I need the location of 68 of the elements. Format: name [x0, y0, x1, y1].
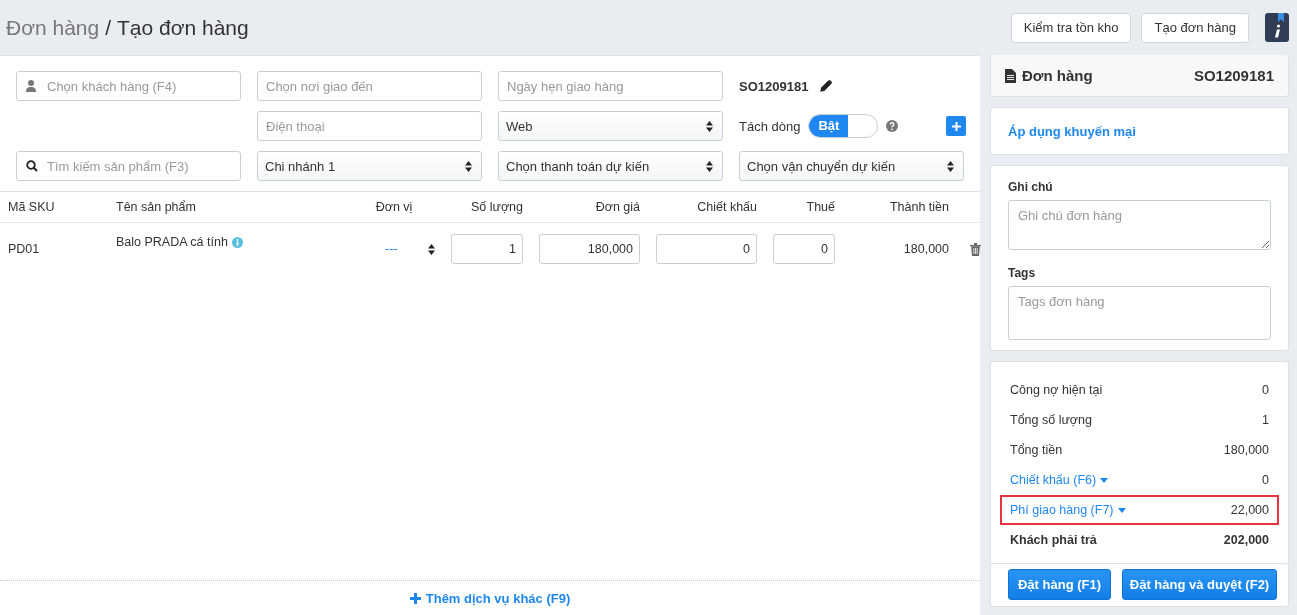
payment-select[interactable]: Chọn thanh toán dự kiến — [498, 151, 723, 181]
summary-value: 0 — [1262, 473, 1269, 487]
price-field[interactable]: 180,000 — [539, 234, 640, 264]
place-and-approve-button[interactable]: Đặt hàng và duyệt (F2) — [1122, 569, 1277, 600]
updown-caret-icon — [706, 160, 713, 172]
discount-field[interactable]: 0 — [656, 234, 757, 264]
product-search-field[interactable]: Tìm kiếm sản phẩm (F3) — [16, 151, 241, 181]
tags-label: Tags — [1008, 266, 1037, 280]
summary-value: 22,000 — [1230, 503, 1269, 517]
help-icon[interactable] — [886, 120, 899, 132]
shipping-select[interactable]: Chọn vận chuyển dự kiến — [739, 151, 964, 181]
tax-field[interactable]: 0 — [773, 234, 835, 264]
header-button[interactable]: Kiểm tra tồn kho — [1010, 12, 1132, 43]
phone-field[interactable]: Điện thoại — [257, 111, 482, 141]
order-card-title: Đơn hàng — [1005, 67, 1093, 84]
caret-down-icon — [1117, 507, 1126, 513]
unit-select[interactable]: --- — [345, 242, 443, 256]
column-header: Thành tiền — [888, 200, 950, 214]
caret-down-icon — [1100, 477, 1109, 483]
customer-field[interactable]: Chọn khách hàng (F4) — [16, 71, 241, 101]
info-book-icon[interactable] — [1265, 13, 1289, 42]
page-title: Tạo đơn hàng — [117, 15, 249, 40]
plus-icon — [951, 121, 961, 131]
delivery-date-field[interactable]: Ngày hẹn giao hàng — [498, 71, 723, 101]
add-service-link[interactable]: Thêm dịch vụ khác (F9) — [409, 590, 571, 606]
notes-label: Ghi chú — [1008, 180, 1054, 194]
quantity-field[interactable]: 1 — [451, 234, 523, 264]
summary-link[interactable]: Phí giao hàng (F7) — [1010, 503, 1126, 517]
sku-cell-text: PD01 — [7, 242, 41, 256]
split-lines-label: Tách dòng — [739, 118, 801, 134]
summary-label: Khách phải trả — [1010, 533, 1097, 547]
tags-field[interactable]: Tags đơn hàng — [1008, 286, 1271, 340]
summary-value: 0 — [1262, 383, 1269, 397]
column-header: Mã SKU — [7, 200, 56, 214]
source-select[interactable]: Web — [498, 111, 723, 141]
place-order-button[interactable]: Đặt hàng (F1) — [1008, 569, 1111, 600]
summary-label: Công nợ hiện tại — [1010, 383, 1103, 397]
order-code: SO1209181 — [1193, 67, 1274, 84]
plus-icon — [409, 592, 421, 604]
branch-select[interactable]: Chi nhánh 1 — [257, 151, 482, 181]
updown-caret-icon — [465, 160, 472, 172]
updown-caret-icon — [947, 160, 954, 172]
breadcrumb-link[interactable]: Đơn hàng — [6, 15, 100, 40]
notes-field[interactable]: Ghi chú đơn hàng — [1008, 200, 1271, 250]
summary-link[interactable]: Chiết khấu (F6) — [1010, 473, 1109, 487]
summary-value: 180,000 — [1223, 443, 1269, 457]
column-header: Đơn vị — [374, 200, 414, 214]
product-name[interactable]: Balo PRADA cá tính — [116, 235, 228, 249]
summary-label: Tổng số lượng — [1010, 413, 1092, 427]
summary-label: Tổng tiền — [1010, 443, 1063, 457]
updown-caret-icon — [706, 120, 713, 132]
delivery-place-field[interactable]: Chọn nơi giao đến — [257, 71, 482, 101]
add-button[interactable] — [946, 116, 966, 136]
document-icon — [1005, 68, 1016, 83]
promotion-link[interactable]: Áp dụng khuyến mại — [1008, 123, 1136, 139]
column-header: Tên sản phẩm — [115, 200, 197, 214]
summary-value: 202,000 — [1223, 533, 1269, 547]
breadcrumb-separator: / — [105, 15, 111, 40]
summary-value: 1 — [1262, 413, 1269, 427]
column-header: Chiết khấu — [696, 200, 758, 214]
column-header: Thuế — [805, 200, 836, 214]
updown-caret-icon — [428, 243, 435, 255]
column-header: Đơn giá — [594, 200, 641, 214]
order-code: SO1209181 — [739, 78, 809, 94]
line-total: 180,000 — [902, 242, 950, 256]
pencil-icon[interactable] — [820, 80, 833, 92]
column-header: Số lượng — [470, 200, 524, 214]
header-button[interactable]: Tạo đơn hàng — [1141, 12, 1249, 43]
